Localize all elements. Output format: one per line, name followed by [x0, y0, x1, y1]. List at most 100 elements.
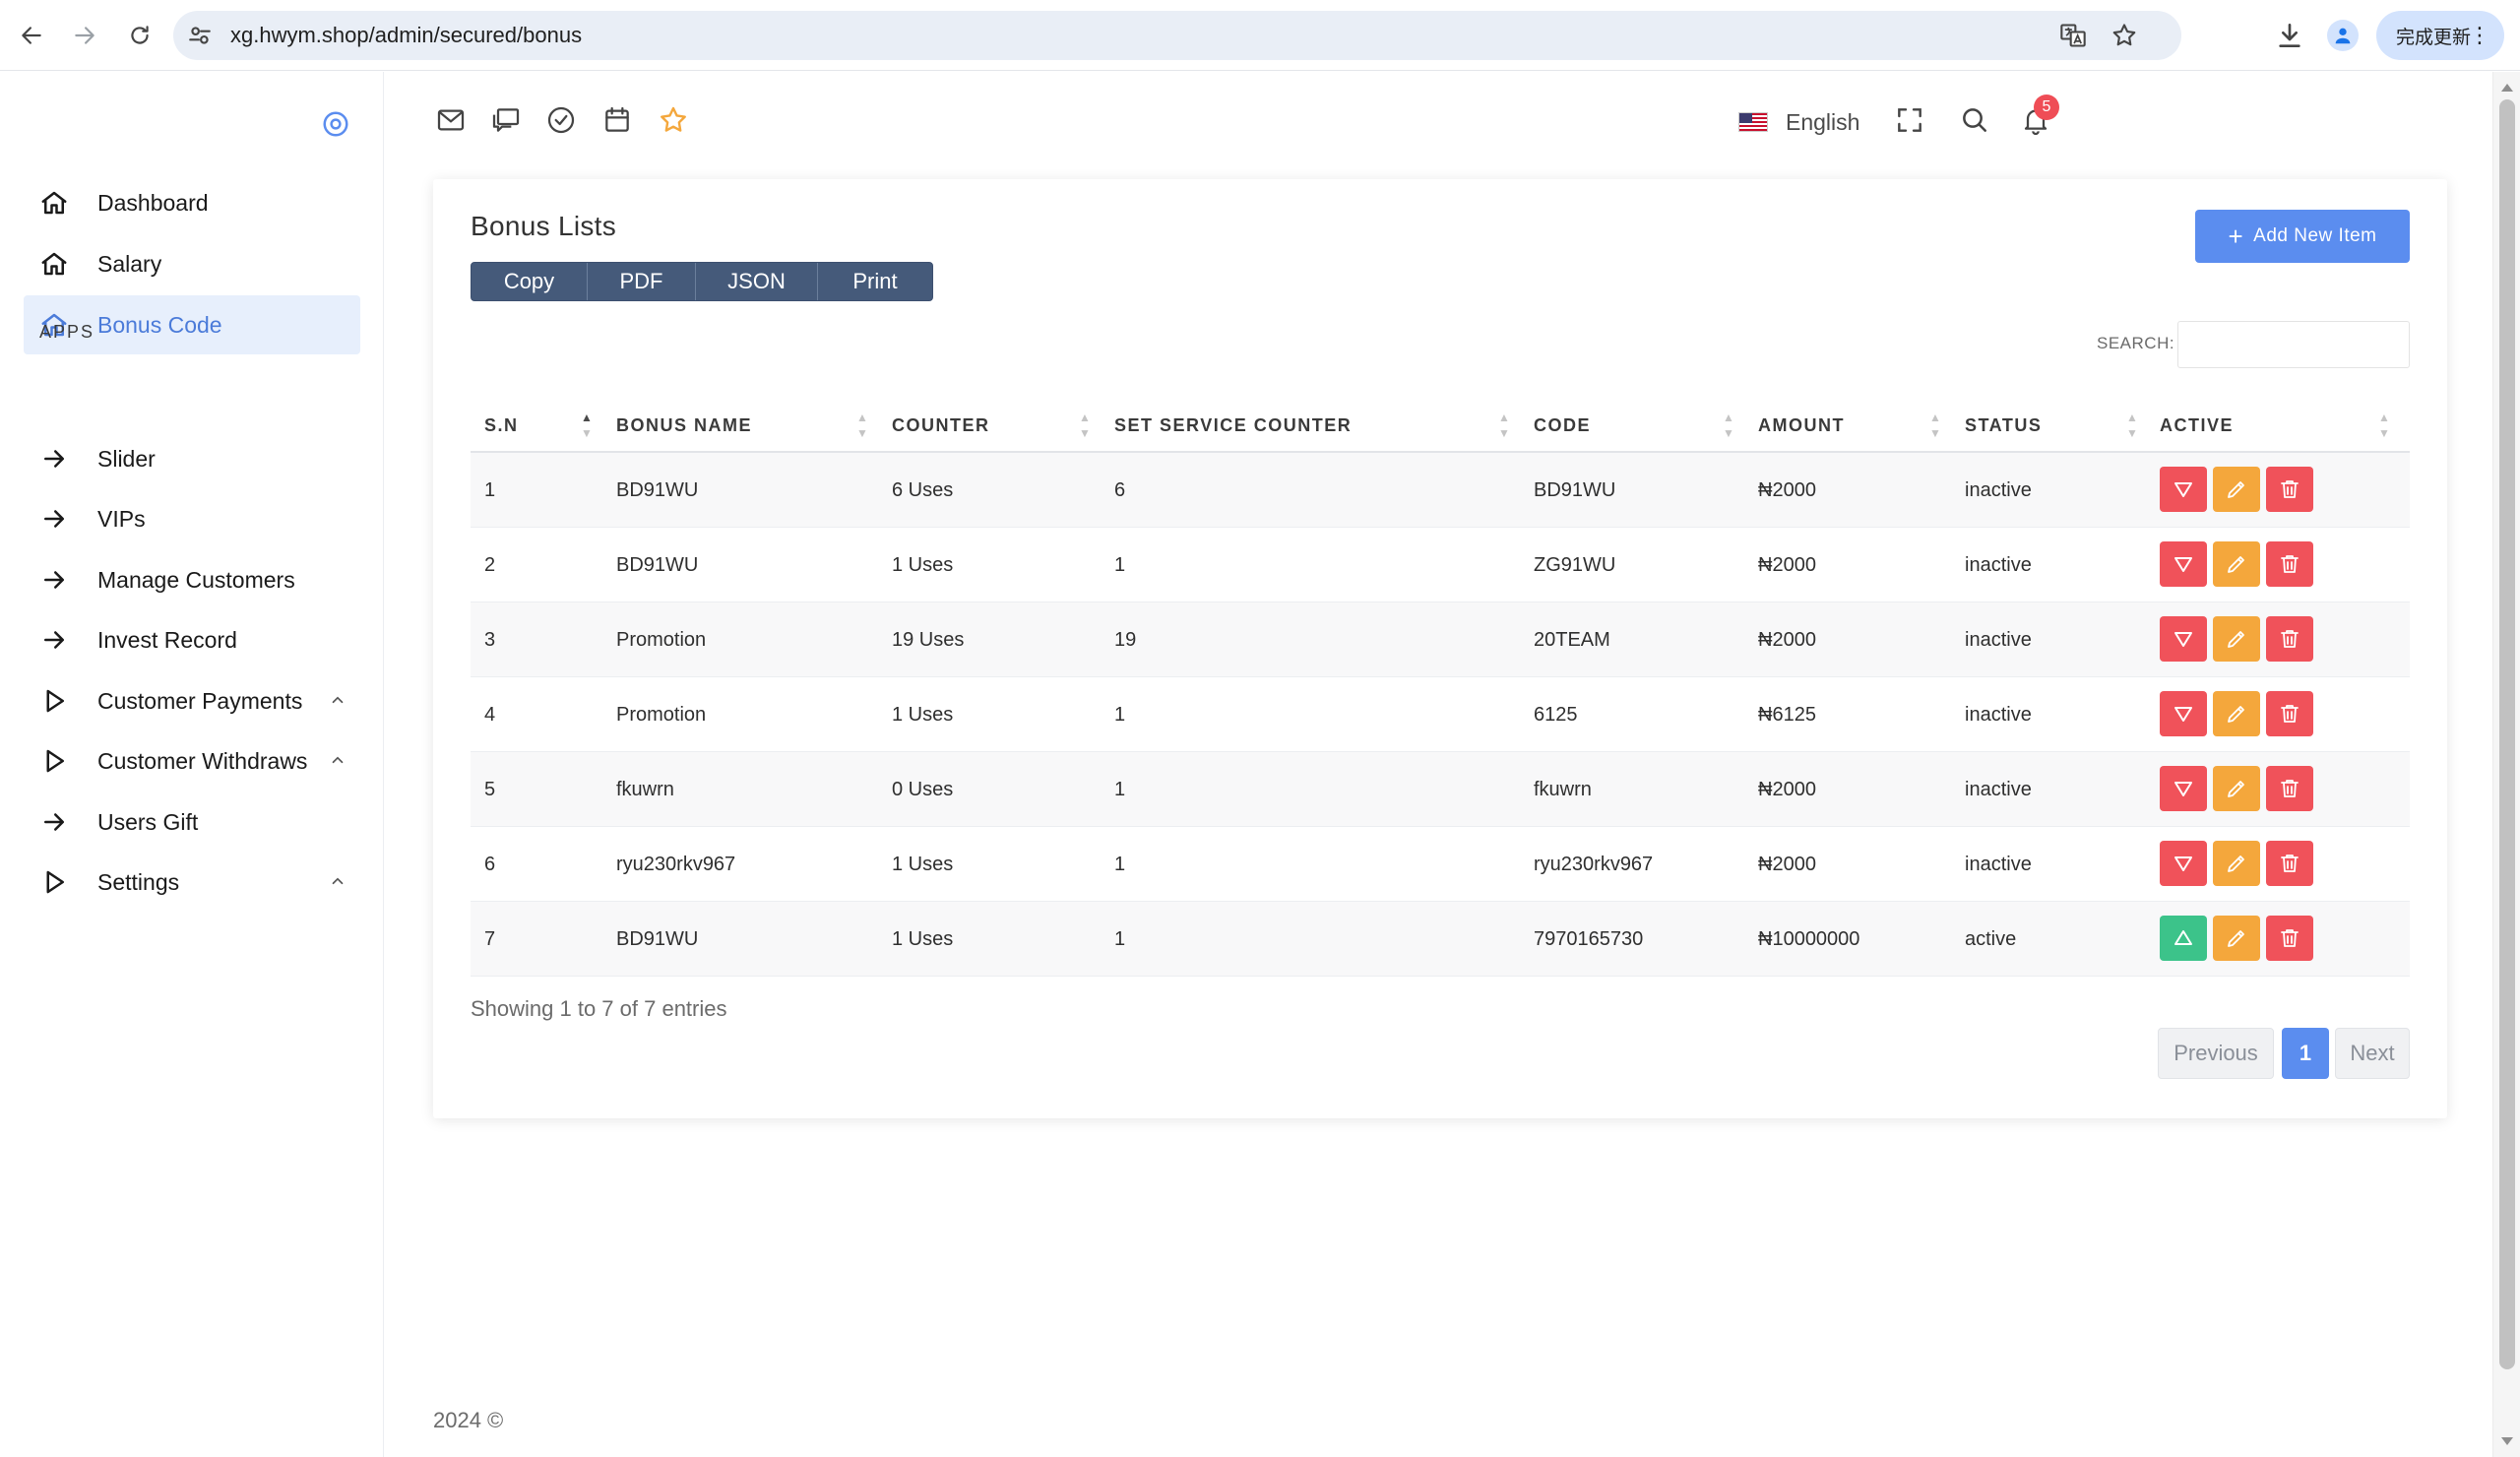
profile-avatar[interactable] — [2327, 20, 2359, 51]
sidebar-item-salary[interactable]: Salary — [24, 234, 360, 293]
site-settings-icon[interactable] — [187, 23, 213, 48]
activate-button[interactable] — [2160, 766, 2207, 811]
star-icon[interactable] — [658, 104, 689, 136]
table-row: 5 fkuwrn 0 Uses 1 fkuwrn ₦2000 inactive — [471, 752, 2410, 827]
delete-button[interactable] — [2266, 616, 2313, 662]
sort-icon[interactable]: ▲ ▼ — [2124, 398, 2140, 453]
sidebar-item-vips[interactable]: VIPs — [24, 489, 360, 548]
edit-button[interactable] — [2213, 841, 2260, 886]
add-new-item-button[interactable]: + Add New Item — [2195, 210, 2410, 263]
copy-button[interactable]: Copy — [472, 263, 588, 300]
search-input[interactable] — [2177, 321, 2410, 368]
translate-icon[interactable] — [2059, 22, 2087, 49]
cell-sn: 5 — [484, 778, 496, 800]
json-button[interactable]: JSON — [696, 263, 818, 300]
sort-icon[interactable]: ▲ ▼ — [1077, 398, 1093, 453]
fullscreen-icon[interactable] — [1894, 104, 1925, 136]
table-header: S.N ▲ ▼ BONUS NAME ▲ ▼ COUNTER ▲ ▼ SET SERV… — [471, 398, 2410, 453]
url-text[interactable]: xg.hwym.shop/admin/secured/bonus — [230, 23, 582, 48]
edit-button[interactable] — [2213, 766, 2260, 811]
us-flag-icon — [1738, 112, 1768, 132]
language-selector[interactable]: English — [1738, 106, 1859, 138]
sort-icon[interactable]: ▲ ▼ — [1496, 398, 1512, 453]
activate-button[interactable] — [2160, 616, 2207, 662]
delete-button[interactable] — [2266, 541, 2313, 587]
check-circle-icon[interactable] — [545, 104, 577, 136]
activate-button[interactable] — [2160, 691, 2207, 736]
column-header-status[interactable]: STATUS — [1965, 398, 2042, 453]
delete-button[interactable] — [2266, 916, 2313, 961]
edit-button[interactable] — [2213, 467, 2260, 512]
sort-icon[interactable]: ▲ ▼ — [2376, 398, 2392, 453]
sidebar-item-dashboard[interactable]: Dashboard — [24, 173, 360, 232]
sidebar-item-invest-record[interactable]: Invest Record — [24, 610, 360, 669]
cell-amount: ₦10000000 — [1758, 927, 1860, 950]
sidebar-item-customer-payments[interactable]: Customer Payments — [24, 671, 360, 730]
print-button[interactable]: Print — [818, 263, 932, 300]
pdf-button[interactable]: PDF — [588, 263, 696, 300]
reload-icon — [131, 26, 149, 44]
calendar-icon[interactable] — [601, 104, 633, 136]
trash-icon — [2281, 555, 2299, 573]
sidebar-item-slider[interactable]: Slider — [24, 429, 360, 488]
bookmark-star-icon[interactable] — [2110, 22, 2138, 49]
column-header-active[interactable]: ACTIVE — [2160, 398, 2234, 453]
edit-button[interactable] — [2213, 541, 2260, 587]
sort-icon[interactable]: ▲ ▼ — [1721, 398, 1736, 453]
chevron-up-icon[interactable] — [329, 691, 346, 709]
scroll-up-icon[interactable] — [2501, 84, 2513, 92]
sidebar-item-customer-withdraws[interactable]: Customer Withdraws — [24, 731, 360, 791]
forward-button[interactable] — [65, 16, 104, 55]
edit-button[interactable] — [2213, 616, 2260, 662]
page-1-button[interactable]: 1 — [2282, 1028, 2329, 1079]
cell-bonus-name: Promotion — [616, 703, 707, 726]
delete-button[interactable] — [2266, 766, 2313, 811]
scroll-down-icon[interactable] — [2501, 1437, 2513, 1445]
scrollbar-thumb[interactable] — [2499, 99, 2515, 1369]
deactivate-button[interactable] — [2160, 916, 2207, 961]
pencil-icon — [2228, 556, 2244, 573]
search-icon[interactable] — [1959, 104, 1990, 136]
column-header-bonus-name[interactable]: BONUS NAME — [616, 398, 752, 453]
edit-button[interactable] — [2213, 916, 2260, 961]
chat-icon[interactable] — [490, 104, 522, 136]
next-page-button[interactable]: Next — [2335, 1028, 2410, 1079]
sort-icon[interactable]: ▲ ▼ — [1927, 398, 1943, 453]
sidebar-item-users-gift[interactable]: Users Gift — [24, 792, 360, 852]
play-outline-icon — [46, 749, 64, 773]
column-header-code[interactable]: CODE — [1534, 398, 1591, 453]
cell-code: ZG91WU — [1534, 553, 1616, 576]
chevron-up-icon[interactable] — [329, 872, 346, 890]
triangle-down-icon — [2174, 632, 2192, 647]
sort-icon[interactable]: ▲ ▼ — [854, 398, 870, 453]
column-header-amount[interactable]: AMOUNT — [1758, 398, 1845, 453]
previous-page-button[interactable]: Previous — [2158, 1028, 2274, 1079]
sidebar-item-manage-customers[interactable]: Manage Customers — [24, 550, 360, 609]
delete-button[interactable] — [2266, 467, 2313, 512]
address-bar[interactable]: xg.hwym.shop/admin/secured/bonus — [173, 11, 2181, 60]
sidebar-toggle-icon[interactable] — [321, 109, 350, 139]
column-header-sn[interactable]: S.N — [484, 398, 519, 453]
more-menu-icon[interactable]: ⋮ — [2469, 25, 2490, 46]
reload-button[interactable] — [120, 16, 159, 55]
column-header-set-service-counter[interactable]: SET SERVICE COUNTER — [1114, 398, 1352, 453]
delete-button[interactable] — [2266, 841, 2313, 886]
column-header-counter[interactable]: COUNTER — [892, 398, 990, 453]
cell-code: 7970165730 — [1534, 927, 1644, 950]
language-label: English — [1786, 108, 1860, 135]
table-body: 1 BD91WU 6 Uses 6 BD91WU ₦2000 inactive 2 BD91WU… — [471, 453, 2410, 977]
sort-icon[interactable]: ▲ ▼ — [579, 398, 595, 453]
mail-icon[interactable] — [435, 104, 467, 136]
sidebar-item-settings[interactable]: Settings — [24, 853, 360, 912]
activate-button[interactable] — [2160, 841, 2207, 886]
activate-button[interactable] — [2160, 467, 2207, 512]
download-icon[interactable] — [2274, 20, 2305, 51]
page-scrollbar[interactable] — [2492, 72, 2520, 1457]
update-button[interactable]: 完成更新 ⋮ — [2376, 11, 2504, 60]
edit-button[interactable] — [2213, 691, 2260, 736]
activate-button[interactable] — [2160, 541, 2207, 587]
delete-button[interactable] — [2266, 691, 2313, 736]
back-button[interactable] — [12, 16, 51, 55]
chevron-up-icon[interactable] — [329, 751, 346, 769]
cell-sn: 2 — [484, 553, 496, 576]
